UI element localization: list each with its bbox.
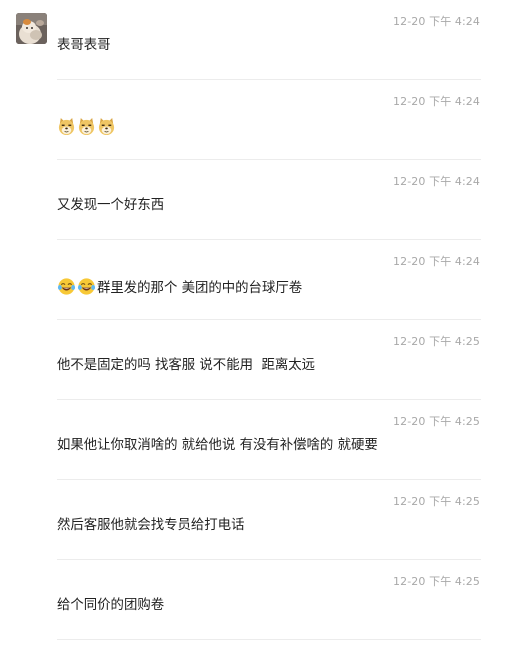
message-item[interactable]: 12-20 下午 4:25 然后客服他就会找专员给打电话 (57, 480, 481, 560)
tears-of-joy-emoji-icon (57, 278, 76, 295)
message-text: 给个同价的团购卷 (57, 598, 165, 613)
message-text-container: 然后客服他就会找专员给打电话 (57, 517, 244, 535)
doge-emoji-icon (58, 117, 75, 136)
message-text: 如果他让你取消啥的 就给他说 有没有补偿啥的 就硬要 (57, 438, 378, 453)
message-text-container: 表哥表哥 (57, 37, 111, 55)
message-timestamp: 12-20 下午 4:24 (393, 255, 480, 268)
message-timestamp: 12-20 下午 4:25 (393, 495, 480, 508)
message-text-container (57, 117, 117, 138)
message-timestamp: 12-20 下午 4:24 (393, 95, 480, 108)
message-text-container: 如果他让你取消啥的 就给他说 有没有补偿啥的 就硬要 (57, 437, 378, 455)
message-text-container: 给个同价的团购卷 (57, 597, 164, 615)
message-item[interactable]: 12-20 下午 4:24 又发现一个好东西 (57, 160, 481, 240)
tears-of-joy-emoji-icon (77, 278, 96, 295)
message-item[interactable]: 12-20 下午 4:25 如果他让你取消啥的 就给他说 有没有补偿啥的 就硬要 (57, 400, 481, 480)
chat-history: 12-20 下午 4:24 表哥表哥 12-20 下午 4:24 12-20 下… (0, 0, 523, 647)
message-text: 群里发的那个 美团的中的台球厅卷 (97, 281, 303, 296)
message-timestamp: 12-20 下午 4:24 (393, 15, 480, 28)
message-text: 表哥表哥 (57, 38, 111, 53)
avatar[interactable] (16, 13, 47, 44)
avatar-image (16, 13, 47, 44)
doge-emoji-icon (78, 117, 95, 136)
message-text-container: 又发现一个好东西 (57, 197, 164, 215)
message-text: 又发现一个好东西 (57, 198, 165, 213)
message-text: 他不是固定的吗 找客服 说不能用 距离太远 (57, 358, 316, 373)
doge-emoji-icon (98, 117, 115, 136)
message-item[interactable]: 12-20 下午 4:25 他不是固定的吗 找客服 说不能用 距离太远 (57, 320, 481, 400)
message-item[interactable]: 12-20 下午 4:24 (57, 80, 481, 160)
message-text: 然后客服他就会找专员给打电话 (57, 518, 245, 533)
message-item[interactable]: 12-20 下午 4:24 群里发的那个 美团的中的台球厅卷 (57, 240, 481, 320)
message-timestamp: 12-20 下午 4:24 (393, 175, 480, 188)
message-item[interactable]: 12-20 下午 4:25 给个同价的团购卷 (57, 560, 481, 640)
message-timestamp: 12-20 下午 4:25 (393, 415, 480, 428)
message-text-container: 他不是固定的吗 找客服 说不能用 距离太远 (57, 357, 315, 375)
message-timestamp: 12-20 下午 4:25 (393, 335, 480, 348)
message-item[interactable]: 12-20 下午 4:24 表哥表哥 (57, 0, 481, 80)
message-timestamp: 12-20 下午 4:25 (393, 575, 480, 588)
message-text-container: 群里发的那个 美团的中的台球厅卷 (57, 277, 302, 298)
